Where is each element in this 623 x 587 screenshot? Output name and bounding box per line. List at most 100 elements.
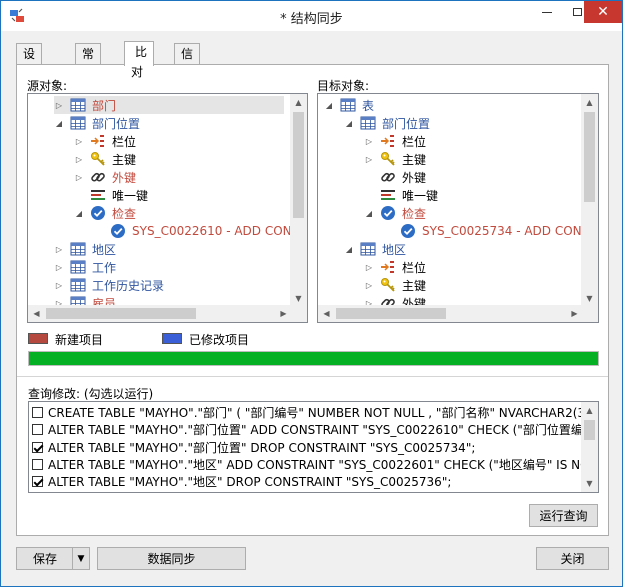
tab-general[interactable]: 常规 — [75, 43, 102, 81]
tree-node[interactable]: 外键 — [364, 168, 426, 186]
tree-node[interactable]: SYS_C0025734 - ADD CONSTRAINT — [384, 222, 598, 240]
source-objects-label: 源对象: — [27, 79, 68, 93]
close-button[interactable]: 关闭 — [536, 547, 609, 570]
tab-message-log[interactable]: 信息日志 — [174, 43, 201, 121]
expand-arrow-icon[interactable]: ▷ — [74, 155, 84, 164]
collapse-arrow-icon[interactable]: ◢ — [344, 119, 354, 128]
tree-node[interactable]: ▷ 主键 — [364, 276, 426, 294]
source-tree[interactable]: ▷ 部门 ◢ 部门位置 ▷ 栏位 ▷ 主键 ▷ 外键 唯一键 ◢ 检查 SYS_C0022610 - AD… — [27, 93, 308, 323]
tab-settings-file[interactable]: 设置文件 — [16, 43, 43, 121]
tree-node-label: 检查 — [402, 206, 427, 221]
close-window-button[interactable]: ✕ — [584, 1, 622, 23]
query-row[interactable]: ALTER TABLE "MAYHO"."地区" DROP CONSTRAINT… — [32, 473, 451, 490]
table-icon — [70, 259, 86, 275]
collapse-arrow-icon[interactable]: ◢ — [74, 209, 84, 218]
tree-node[interactable]: ▷ 栏位 — [364, 132, 426, 150]
tree-node-label: 主键 — [112, 152, 137, 167]
columns-icon — [380, 259, 396, 275]
tree-node[interactable]: ▷ 栏位 — [364, 258, 426, 276]
target-vertical-scrollbar[interactable]: ▲ ▼ — [581, 94, 598, 307]
structure-sync-window: * 结构同步 ✕ 设置文件 常规 比对 信息日志 源对象: 目标对象: ▷部门◢… — [0, 0, 623, 587]
check-icon — [90, 205, 106, 221]
expand-arrow-icon[interactable]: ▷ — [54, 281, 64, 290]
query-row[interactable]: ALTER TABLE "MAYHO"."部门位置" DROP CONSTRAI… — [32, 439, 475, 456]
minimize-icon — [542, 11, 552, 13]
expand-arrow-icon[interactable]: ▷ — [364, 263, 374, 272]
scroll-left-arrow-icon[interactable]: ◀ — [28, 305, 45, 322]
tree-node[interactable]: ▷ 外键 — [74, 168, 136, 186]
scroll-up-arrow-icon[interactable]: ▲ — [581, 94, 598, 111]
tree-node[interactable]: ◢ 检查 — [364, 204, 426, 222]
save-button[interactable]: 保存 — [16, 547, 73, 570]
scroll-down-arrow-icon[interactable]: ▼ — [581, 475, 598, 492]
source-horizontal-scrollbar[interactable]: ◀ ▶ — [28, 305, 292, 322]
collapse-arrow-icon[interactable]: ◢ — [364, 209, 374, 218]
tree-node-label: 工作历史记录 — [92, 278, 165, 293]
tree-node[interactable]: ▷ 地区 — [54, 240, 116, 258]
query-row[interactable]: ALTER TABLE "MAYHO"."地区" ADD CONSTRAINT … — [32, 456, 597, 473]
scroll-thumb[interactable] — [584, 420, 595, 440]
query-checkbox[interactable] — [32, 476, 43, 488]
collapse-arrow-icon[interactable]: ◢ — [54, 119, 64, 128]
key-icon — [90, 151, 106, 167]
expand-arrow-icon[interactable]: ▷ — [54, 263, 64, 272]
tree-node[interactable]: ◢ 表 — [324, 96, 374, 114]
tree-node[interactable]: 唯一键 — [74, 186, 148, 204]
minimize-button[interactable] — [532, 1, 562, 23]
tree-node[interactable]: ▷ 工作 — [54, 258, 116, 276]
query-row[interactable]: ALTER TABLE "MAYHO"."部门位置" ADD CONSTRAIN… — [32, 421, 598, 438]
close-icon: ✕ — [597, 4, 609, 20]
tree-node[interactable]: ▷ 主键 — [364, 150, 426, 168]
tree-node[interactable]: ◢ 检查 — [74, 204, 136, 222]
data-sync-button[interactable]: 数据同步 — [97, 547, 246, 570]
expand-arrow-icon[interactable]: ▷ — [74, 173, 84, 182]
expand-arrow-icon[interactable]: ▷ — [54, 101, 64, 110]
scroll-corner — [290, 305, 307, 322]
tree-node[interactable]: ▷ 部门 — [54, 96, 284, 114]
tree-node[interactable]: ▷ 工作历史记录 — [54, 276, 164, 294]
query-checkbox[interactable] — [32, 441, 43, 453]
scroll-up-arrow-icon[interactable]: ▲ — [290, 94, 307, 111]
table-icon — [360, 115, 376, 131]
tree-node[interactable]: ◢ 部门位置 — [54, 114, 140, 132]
expand-arrow-icon[interactable]: ▷ — [364, 137, 374, 146]
scroll-left-arrow-icon[interactable]: ◀ — [318, 305, 335, 322]
collapse-arrow-icon[interactable]: ◢ — [324, 101, 334, 110]
tree-node[interactable]: SYS_C0022610 - ADD CONSTRAINT — [94, 222, 307, 240]
run-query-button[interactable]: 运行查询 — [529, 504, 598, 527]
link-icon — [380, 169, 396, 185]
expand-arrow-icon[interactable]: ▷ — [364, 281, 374, 290]
query-vertical-scrollbar[interactable]: ▲ ▼ — [581, 402, 598, 492]
query-checkbox[interactable] — [32, 458, 43, 470]
query-text: ALTER TABLE "MAYHO"."地区" DROP CONSTRAINT… — [48, 475, 452, 490]
tree-node[interactable]: ◢ 地区 — [344, 240, 406, 258]
scroll-thumb[interactable] — [584, 112, 595, 202]
tree-node[interactable]: 唯一键 — [364, 186, 438, 204]
tree-node[interactable]: ▷ 主键 — [74, 150, 136, 168]
source-vertical-scrollbar[interactable]: ▲ ▼ — [290, 94, 307, 307]
query-checkbox[interactable] — [32, 424, 43, 436]
scroll-thumb[interactable] — [293, 112, 304, 218]
tree-node-label: 外键 — [112, 170, 137, 185]
modified-item-swatch — [162, 333, 182, 344]
tree-node-label: SYS_C0022610 - ADD CONSTRAINT — [132, 224, 307, 238]
scroll-thumb[interactable] — [336, 308, 446, 319]
save-dropdown-button[interactable]: ▼ — [72, 547, 90, 570]
tree-node[interactable]: ▷ 栏位 — [74, 132, 136, 150]
query-list[interactable]: CREATE TABLE "MAYHO"."部门" ( "部门编号" NUMBE… — [28, 401, 599, 493]
tree-node[interactable]: ◢ 部门位置 — [344, 114, 430, 132]
expand-arrow-icon[interactable]: ▷ — [54, 245, 64, 254]
query-text: ALTER TABLE "MAYHO"."部门位置" DROP CONSTRAI… — [48, 440, 476, 455]
query-checkbox[interactable] — [32, 407, 43, 418]
scroll-thumb[interactable] — [46, 308, 196, 319]
expand-arrow-icon[interactable]: ▷ — [364, 155, 374, 164]
target-horizontal-scrollbar[interactable]: ◀ ▶ — [318, 305, 583, 322]
table-icon — [70, 115, 86, 131]
collapse-arrow-icon[interactable]: ◢ — [344, 245, 354, 254]
target-tree[interactable]: ◢ 表 ◢ 部门位置 ▷ 栏位 ▷ 主键 外键 唯一键 ◢ 检查 SYS_C0025734 - ADD … — [317, 93, 599, 323]
expand-arrow-icon[interactable]: ▷ — [74, 137, 84, 146]
query-row[interactable]: CREATE TABLE "MAYHO"."部门" ( "部门编号" NUMBE… — [32, 404, 597, 421]
scroll-up-arrow-icon[interactable]: ▲ — [581, 402, 598, 419]
tab-compare[interactable]: 比对 — [124, 41, 155, 79]
tree-node-label: SYS_C0025734 - ADD CONSTRAINT — [422, 224, 598, 238]
